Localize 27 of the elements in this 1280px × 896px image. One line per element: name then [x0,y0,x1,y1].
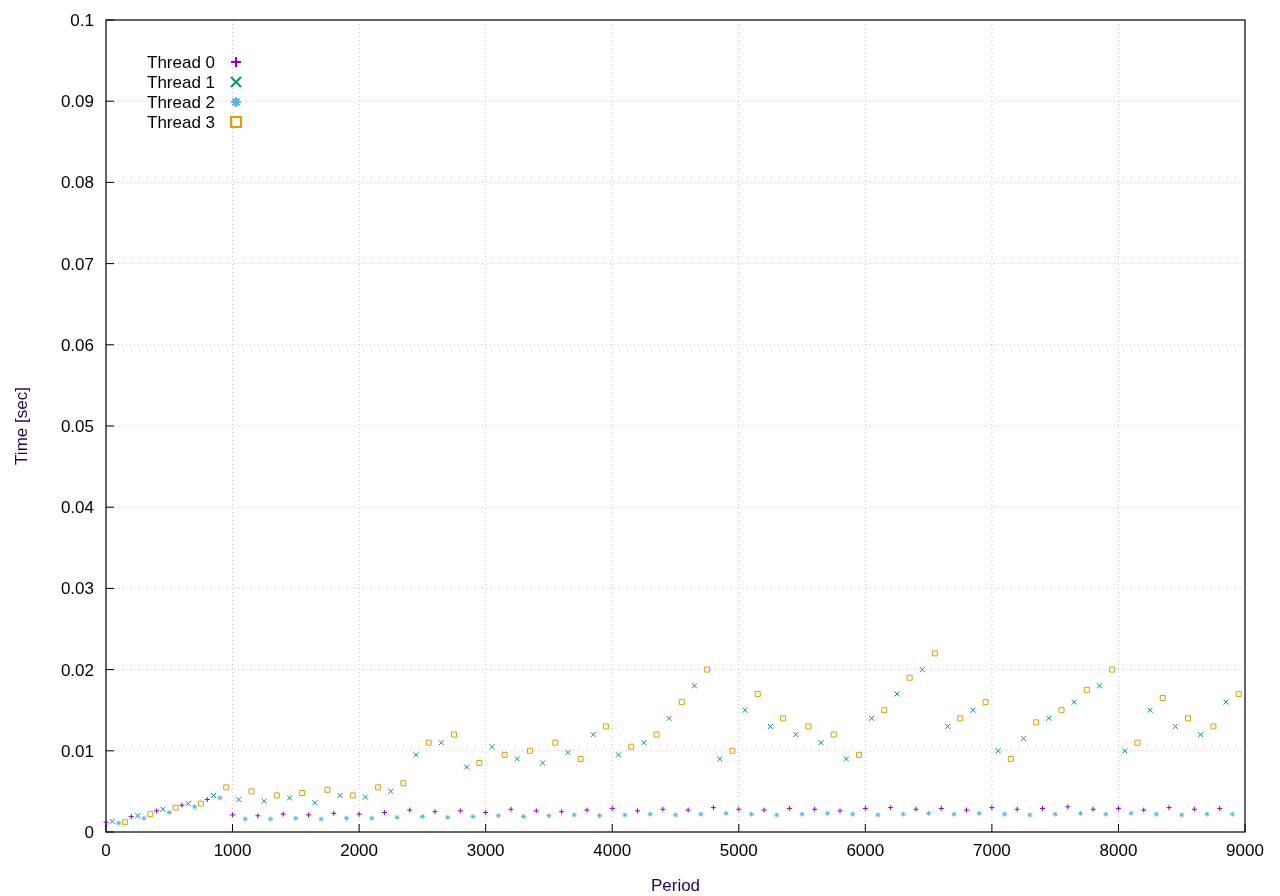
x-tick-label: 4000 [593,841,632,860]
legend-label: Thread 2 [147,93,216,112]
legend-label: Thread 3 [147,113,216,132]
y-tick-label: 0.04 [60,498,94,518]
y-tick-label: 0.03 [60,579,94,599]
y-tick-label: 0.09 [60,92,94,112]
y-tick-label: 0.08 [60,173,94,193]
x-tick-label: 1000 [213,841,252,860]
y-axis-label: Time [sec] [12,387,31,465]
x-axis-label: Period [650,876,701,895]
y-tick-label: 0.07 [60,254,94,274]
x-tick-label: 7000 [972,841,1011,860]
y-tick-label: 0.05 [60,417,94,436]
y-tick-label: 0.02 [60,660,94,680]
y-tick-label: 0.01 [60,741,94,761]
x-tick-label: 0 [101,841,111,860]
x-tick-label: 2000 [340,841,379,860]
x-tick-label: 3000 [466,841,505,860]
x-tick-label: 9000 [1226,841,1264,860]
x-tick-label: 8000 [1099,841,1138,860]
y-tick-label: 0.06 [60,335,94,355]
y-tick-label: 0.1 [70,11,94,30]
y-tick-label: 0 [84,823,94,842]
x-tick-label: 5000 [719,841,758,860]
x-tick-label: 6000 [846,841,885,860]
legend-label: Thread 0 [147,53,216,72]
legend-label: Thread 1 [147,73,216,92]
